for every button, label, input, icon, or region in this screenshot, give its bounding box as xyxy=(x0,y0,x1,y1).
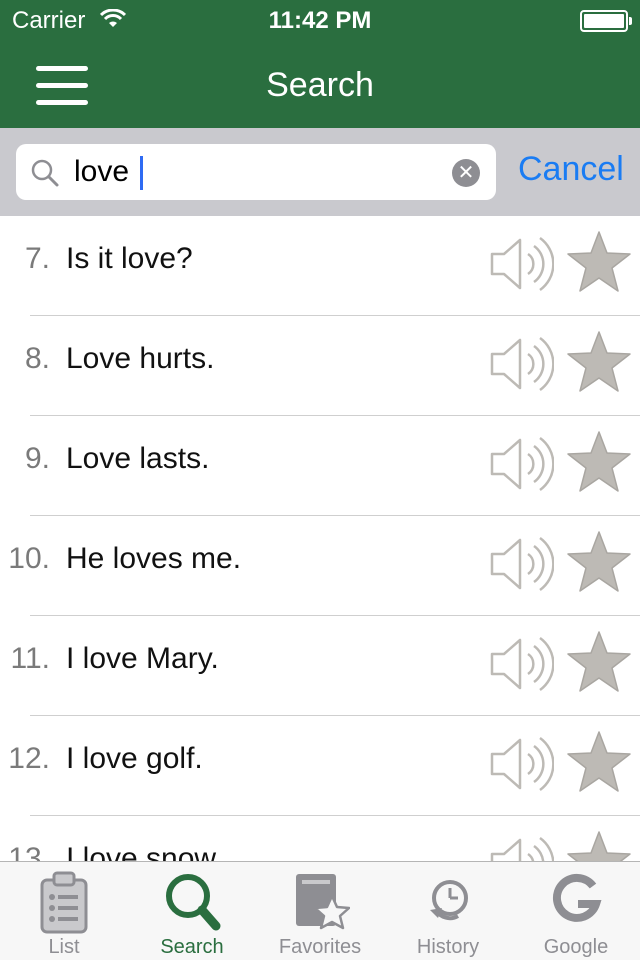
item-number: 13. xyxy=(8,842,50,861)
tab-label: List xyxy=(48,936,80,958)
cancel-button[interactable]: Cancel xyxy=(518,150,624,189)
list-item[interactable]: 9. Love lasts. xyxy=(0,416,640,516)
status-bar: Carrier 11:42 PM xyxy=(0,0,640,40)
list-item[interactable]: 7. Is it love? xyxy=(0,216,640,316)
list-item[interactable]: 12. I love golf. xyxy=(0,716,640,816)
list-item[interactable]: 11. I love Mary. xyxy=(0,616,640,716)
search-bar: ✕ Cancel xyxy=(0,128,640,216)
item-number: 7. xyxy=(24,242,50,275)
item-phrase: I love golf. xyxy=(66,742,203,775)
clock-history-icon xyxy=(430,880,468,921)
speaker-icon[interactable] xyxy=(488,334,554,394)
item-number: 9. xyxy=(24,442,50,475)
search-icon xyxy=(31,159,59,187)
favorite-star-icon[interactable] xyxy=(566,830,632,861)
tab-label: Search xyxy=(160,936,224,958)
item-phrase: Love lasts. xyxy=(66,442,210,475)
google-g-icon xyxy=(552,873,602,922)
navigation-bar: Search xyxy=(0,40,640,128)
item-phrase: I love snow. xyxy=(66,842,223,861)
favorite-star-icon[interactable] xyxy=(566,730,632,794)
item-phrase: I love Mary. xyxy=(66,642,219,675)
text-cursor xyxy=(140,156,143,190)
tab-list[interactable]: List xyxy=(0,862,128,961)
book-star-icon xyxy=(296,874,350,930)
speaker-icon[interactable] xyxy=(488,734,554,794)
clear-search-icon[interactable]: ✕ xyxy=(452,159,480,187)
item-phrase: Love hurts. xyxy=(66,342,215,375)
search-input[interactable] xyxy=(74,152,444,192)
status-time: 11:42 PM xyxy=(268,7,372,34)
speaker-icon[interactable] xyxy=(488,234,554,294)
tab-label: History xyxy=(416,936,480,958)
speaker-icon[interactable] xyxy=(488,434,554,494)
list-item[interactable]: 10. He loves me. xyxy=(0,516,640,616)
battery-icon xyxy=(580,10,632,32)
favorite-star-icon[interactable] xyxy=(566,630,632,694)
results-list[interactable]: 7. Is it love? 8. Love hurts. 9. Love la… xyxy=(0,216,640,861)
tab-favorites[interactable]: Favorites xyxy=(256,862,384,961)
speaker-icon[interactable] xyxy=(488,834,554,861)
favorite-star-icon[interactable] xyxy=(566,330,632,394)
search-box[interactable]: ✕ xyxy=(16,144,496,200)
tab-label: Google xyxy=(543,936,609,958)
list-item[interactable]: 13. I love snow. xyxy=(0,816,640,861)
search-icon xyxy=(166,874,221,931)
item-number: 10. xyxy=(8,542,50,575)
clipboard-list-icon xyxy=(40,871,88,934)
favorite-star-icon[interactable] xyxy=(566,230,632,294)
favorite-star-icon[interactable] xyxy=(566,530,632,594)
list-item[interactable]: 8. Love hurts. xyxy=(0,316,640,416)
item-phrase: Is it love? xyxy=(66,242,193,275)
item-number: 11. xyxy=(10,642,50,675)
tab-label: Favorites xyxy=(278,936,362,958)
item-number: 8. xyxy=(24,342,50,375)
tab-search[interactable]: Search xyxy=(128,862,256,961)
page-title: Search xyxy=(266,66,374,104)
item-number: 12. xyxy=(8,742,50,775)
tab-history[interactable]: History xyxy=(384,862,512,961)
speaker-icon[interactable] xyxy=(488,534,554,594)
speaker-icon[interactable] xyxy=(488,634,554,694)
favorite-star-icon[interactable] xyxy=(566,430,632,494)
tab-google[interactable]: Google xyxy=(512,862,640,961)
tab-bar: List Search Favorites History Google xyxy=(0,861,640,960)
item-phrase: He loves me. xyxy=(66,542,242,575)
